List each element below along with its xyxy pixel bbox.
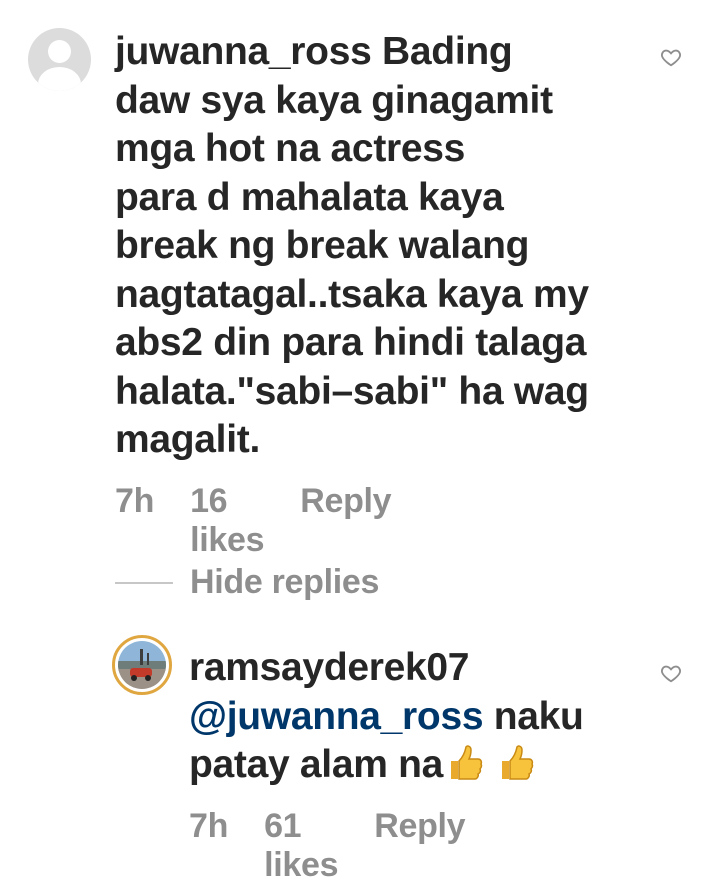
default-avatar-icon[interactable]	[28, 28, 91, 91]
comment-username[interactable]: juwanna_ross	[115, 30, 372, 73]
comment-body: juwanna_ross Bading daw sya kaya ginagam…	[115, 28, 635, 465]
reply-meta: 7h 61 likes Reply	[189, 807, 466, 885]
comment-text: Bading daw sya kaya ginagamit mga hot na…	[115, 30, 589, 461]
profile-photo[interactable]	[112, 635, 172, 695]
profile-photo-scene	[118, 641, 166, 689]
comment-meta: 7h 16 likes Reply	[115, 482, 392, 560]
avatar-shoulders-shape	[38, 67, 81, 91]
profile-photo-image	[118, 641, 166, 689]
comment-likes-count[interactable]: 16 likes	[190, 482, 264, 560]
reply-button[interactable]: Reply	[300, 482, 391, 521]
thumbs-up-emoji	[451, 745, 483, 780]
reply-body: ramsayderek07 @juwanna_ross naku patay a…	[189, 644, 649, 790]
heart-outline-icon[interactable]	[660, 46, 682, 68]
comment-timestamp: 7h	[115, 482, 155, 520]
reply-likes-count[interactable]: 61 likes	[264, 807, 338, 885]
hide-replies-label[interactable]: Hide replies	[190, 563, 379, 602]
hide-replies-toggle[interactable]: Hide replies	[115, 563, 379, 602]
avatar-head-shape	[48, 40, 71, 63]
reply-timestamp: 7h	[189, 807, 229, 845]
reply-button[interactable]: Reply	[374, 807, 465, 846]
reply-mention[interactable]: @juwanna_ross	[189, 695, 484, 738]
thumbs-up-emoji	[501, 745, 533, 780]
heart-outline-icon[interactable]	[660, 662, 682, 684]
hide-replies-divider	[115, 581, 173, 584]
reply-username[interactable]: ramsayderek07	[189, 646, 469, 689]
